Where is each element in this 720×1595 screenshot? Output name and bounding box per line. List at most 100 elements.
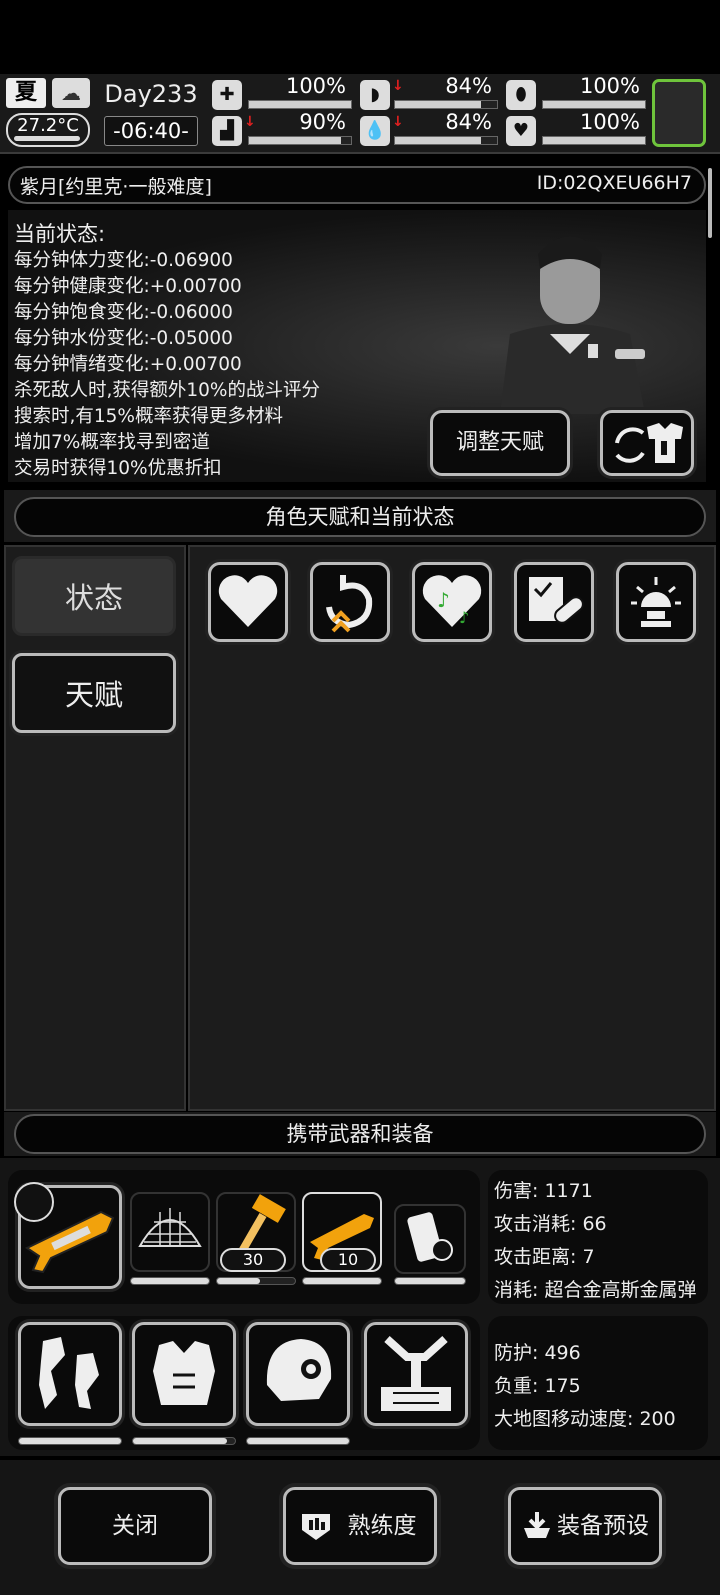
weapon-slot-2[interactable] — [130, 1192, 210, 1272]
attack-cost-stat: 攻击消耗: 66 — [494, 1213, 607, 1235]
ammo-count-badge: 30 — [220, 1248, 286, 1272]
stomach-up-icon — [326, 575, 373, 633]
svg-text:♪: ♪ — [459, 608, 469, 627]
shield-item-icon — [407, 1212, 453, 1262]
heart-status-button[interactable] — [208, 562, 288, 642]
proficiency-icon — [302, 1514, 330, 1540]
durability-bar — [18, 1437, 122, 1445]
talent-status-header: 角色天赋和当前状态 — [14, 497, 706, 537]
heart-icon: ♥ — [506, 116, 536, 146]
clipboard-pill-icon — [529, 577, 584, 624]
durability-bar — [302, 1277, 382, 1285]
armor-slot-chest[interactable] — [132, 1322, 236, 1426]
chest-armor-icon — [153, 1341, 215, 1405]
music-heart-icon: ♪♪ — [422, 575, 482, 627]
hunger-value: 84% — [445, 74, 492, 98]
armor-slot-arms[interactable] — [18, 1322, 122, 1426]
season-badge: 夏 — [6, 78, 46, 108]
durability-bar-fill — [303, 1278, 381, 1284]
hunger-bar — [394, 100, 498, 109]
health-value: 100% — [285, 74, 346, 98]
weapons-equipment-header: 携带武器和装备 — [14, 1114, 706, 1154]
status-line: 交易时获得10%优惠折扣 — [14, 458, 222, 479]
status-title: 当前状态: — [14, 222, 106, 246]
durability-bar-fill — [217, 1278, 260, 1284]
protection-stat: 防护: 496 — [494, 1342, 581, 1364]
status-line: 每分钟情绪变化:+0.00700 — [14, 354, 242, 375]
heart-icon — [218, 575, 278, 627]
pill-bar-fill — [543, 101, 645, 108]
player-id: ID:02QXEU66H7 — [536, 172, 692, 194]
medkit-icon: ✚ — [212, 80, 242, 110]
stomach-status-button[interactable] — [310, 562, 390, 642]
equipment-preset-label: 装备预设 — [557, 1513, 649, 1539]
water-value: 84% — [445, 110, 492, 134]
damage-stat: 伤害: 1171 — [494, 1180, 593, 1202]
adjust-talent-button[interactable]: 调整天赋 — [430, 410, 570, 476]
fire-mode-icon[interactable] — [14, 1182, 54, 1222]
hunger-bar-fill — [395, 101, 481, 108]
map-speed-stat: 大地图移动速度: 200 — [494, 1408, 676, 1430]
tab-talent[interactable]: 天赋 — [12, 653, 176, 733]
pill-value: 100% — [579, 74, 640, 98]
preset-download-icon — [524, 1512, 550, 1538]
stamina-bar-fill — [249, 137, 341, 144]
tab-status[interactable]: 状态 — [12, 556, 176, 636]
pill-bar — [542, 100, 646, 109]
attack-range-stat: 攻击距离: 7 — [494, 1246, 595, 1268]
backpack-rig-icon — [381, 1336, 451, 1411]
durability-bar — [394, 1277, 466, 1285]
close-button[interactable]: 关闭 — [58, 1487, 212, 1565]
svg-text:♪: ♪ — [437, 588, 450, 612]
durability-bar — [216, 1277, 296, 1285]
mood-status-button[interactable]: ♪ ♪ — [412, 562, 492, 642]
status-line: 每分钟体力变化:-0.06900 — [14, 250, 233, 271]
stomach-icon: ◗ — [360, 80, 390, 110]
game-clock: -06:40- — [104, 116, 198, 146]
avatar-slot[interactable] — [652, 79, 706, 147]
day-counter: Day233 — [104, 80, 198, 108]
ammo-count-badge: 10 — [320, 1248, 376, 1272]
durability-bar-fill — [131, 1278, 209, 1284]
net-icon — [138, 1208, 202, 1247]
mood-value: 100% — [579, 110, 640, 134]
helmet-icon — [266, 1339, 332, 1401]
arm-armor-icon — [39, 1337, 99, 1409]
change-outfit-button[interactable] — [600, 410, 694, 476]
ammo-type-stat: 消耗: 超合金高斯金属弹 — [494, 1279, 697, 1301]
shirt-swap-icon — [615, 423, 683, 463]
mood-bar — [542, 136, 646, 145]
carry-weight-stat: 负重: 175 — [494, 1375, 581, 1397]
water-drop-icon: 💧 — [360, 116, 390, 146]
temperature: 27.2°C — [6, 113, 90, 147]
durability-bar — [246, 1437, 350, 1445]
medicine-status-button[interactable] — [514, 562, 594, 642]
status-line: 杀死敌人时,获得额外10%的战斗评分 — [14, 380, 321, 401]
stamina-bar — [248, 136, 352, 145]
status-line: 增加7%概率找寻到密道 — [14, 432, 210, 453]
mood-bar-fill — [543, 137, 645, 144]
character-portrait — [500, 236, 645, 414]
durability-bar — [130, 1277, 210, 1285]
proficiency-label: 熟练度 — [347, 1513, 417, 1539]
health-bar — [248, 100, 352, 109]
game-screen: 夏 ☁ 27.2°C Day233 -06:40- ✚ 100% ◗ ↓ 84%… — [0, 0, 720, 1595]
durability-bar-fill — [247, 1438, 349, 1444]
status-line: 搜索时,有15%概率获得更多材料 — [14, 406, 284, 427]
scrollbar[interactable] — [708, 168, 712, 238]
armor-slot-backpack[interactable] — [364, 1322, 468, 1426]
weapon-slot-5[interactable] — [394, 1204, 466, 1274]
alarm-light-icon — [631, 577, 681, 627]
water-bar — [394, 136, 498, 145]
health-bar-fill — [249, 101, 351, 108]
durability-bar-fill — [133, 1438, 227, 1444]
character-name: 紫月[约里克·一般难度] — [20, 176, 212, 198]
durability-bar-fill — [19, 1438, 121, 1444]
stamina-value: 90% — [299, 110, 346, 134]
armor-slot-helmet[interactable] — [246, 1322, 350, 1426]
alarm-status-button[interactable] — [616, 562, 696, 642]
durability-bar — [132, 1437, 236, 1445]
thermometer-icon — [14, 136, 80, 141]
durability-bar-fill — [395, 1278, 465, 1284]
water-bar-fill — [395, 137, 481, 144]
